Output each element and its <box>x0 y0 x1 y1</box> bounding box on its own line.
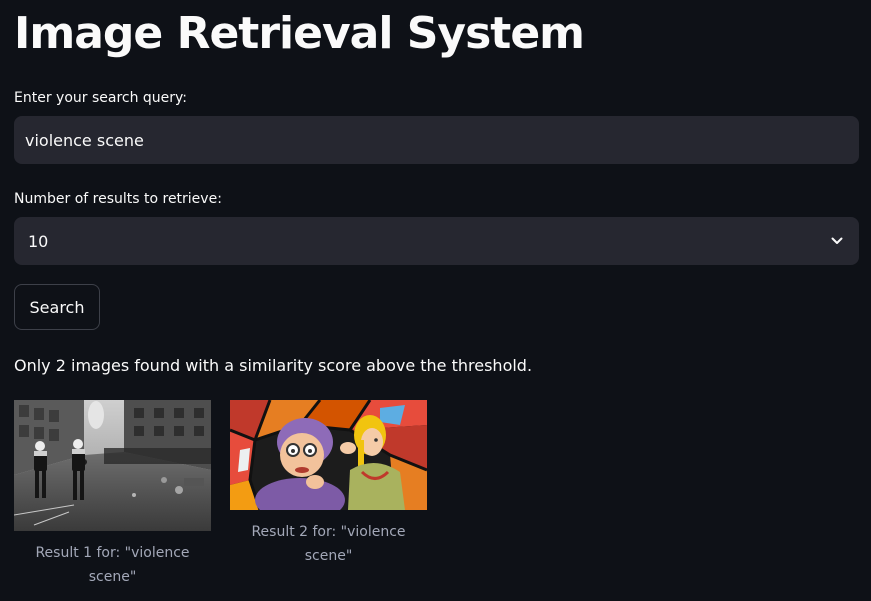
search-input[interactable] <box>14 116 859 164</box>
result-caption-1: Result 1 for: "violence scene" <box>35 545 190 585</box>
chevron-down-icon <box>829 233 845 249</box>
num-results-value: 10 <box>28 231 49 251</box>
result-card-2: Result 2 for: "violence scene" <box>230 400 427 568</box>
result-image-1[interactable] <box>14 400 211 531</box>
result-card-1: Result 1 for: "violence scene" <box>14 400 211 589</box>
num-results-select[interactable]: 10 <box>14 217 859 265</box>
result-image-2[interactable] <box>230 400 427 510</box>
search-button[interactable]: Search <box>14 284 100 330</box>
query-label: Enter your search query: <box>14 90 188 106</box>
result-caption-2: Result 2 for: "violence scene" <box>251 524 406 564</box>
num-results-label: Number of results to retrieve: <box>14 191 222 207</box>
status-message: Only 2 images found with a similarity sc… <box>14 356 533 375</box>
page-title: Image Retrieval System <box>14 8 585 59</box>
